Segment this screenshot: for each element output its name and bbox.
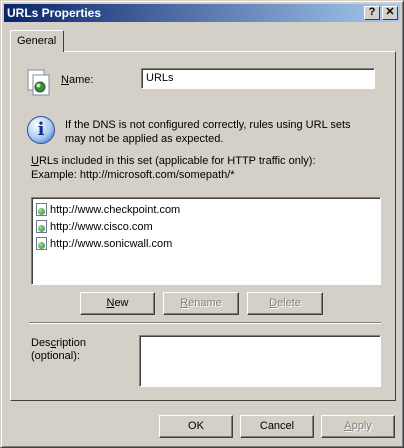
name-label: Name:	[61, 74, 94, 86]
help-icon: ?	[368, 6, 376, 18]
new-button[interactable]: New	[80, 292, 155, 315]
description-label: Description (optional):	[31, 337, 87, 362]
info-text: If the DNS is not configured correctly, …	[65, 119, 351, 145]
delete-button[interactable]: Delete	[247, 292, 323, 315]
url-text: http://www.cisco.com	[50, 220, 153, 233]
description-textarea[interactable]	[139, 335, 381, 387]
url-text: http://www.checkpoint.com	[50, 203, 181, 216]
apply-button[interactable]: Apply	[321, 415, 395, 438]
title-bar[interactable]: URLs Properties ? ✕	[4, 4, 400, 22]
window-title: URLs Properties	[7, 6, 102, 20]
list-item[interactable]: http://www.cisco.com	[36, 218, 376, 235]
list-item[interactable]: http://www.checkpoint.com	[36, 201, 376, 218]
separator	[29, 322, 381, 324]
url-text: http://www.sonicwall.com	[50, 237, 173, 250]
name-input[interactable]: URLs	[141, 68, 375, 89]
url-file-icon	[36, 220, 47, 233]
properties-dialog: URLs Properties ? ✕ General Name: URLs i…	[0, 0, 404, 448]
url-file-icon	[36, 237, 47, 250]
tab-general[interactable]: General	[10, 30, 64, 52]
url-listbox[interactable]: http://www.checkpoint.com http://www.cis…	[31, 197, 381, 285]
close-icon: ✕	[385, 6, 395, 18]
ok-button[interactable]: OK	[159, 415, 233, 438]
urls-example: Example: http://microsoft.com/somepath/*	[31, 169, 235, 181]
url-set-icon	[27, 69, 50, 96]
name-input-value: URLs	[146, 72, 174, 84]
list-item[interactable]: http://www.sonicwall.com	[36, 235, 376, 252]
help-button[interactable]: ?	[364, 6, 380, 20]
tab-label: General	[17, 35, 57, 47]
urls-label: URLs included in this set (applicable fo…	[31, 155, 316, 167]
info-icon: i	[27, 116, 55, 144]
cancel-button[interactable]: Cancel	[240, 415, 314, 438]
close-button[interactable]: ✕	[382, 6, 398, 20]
rename-button[interactable]: Rename	[163, 292, 239, 315]
url-file-icon	[36, 203, 47, 216]
